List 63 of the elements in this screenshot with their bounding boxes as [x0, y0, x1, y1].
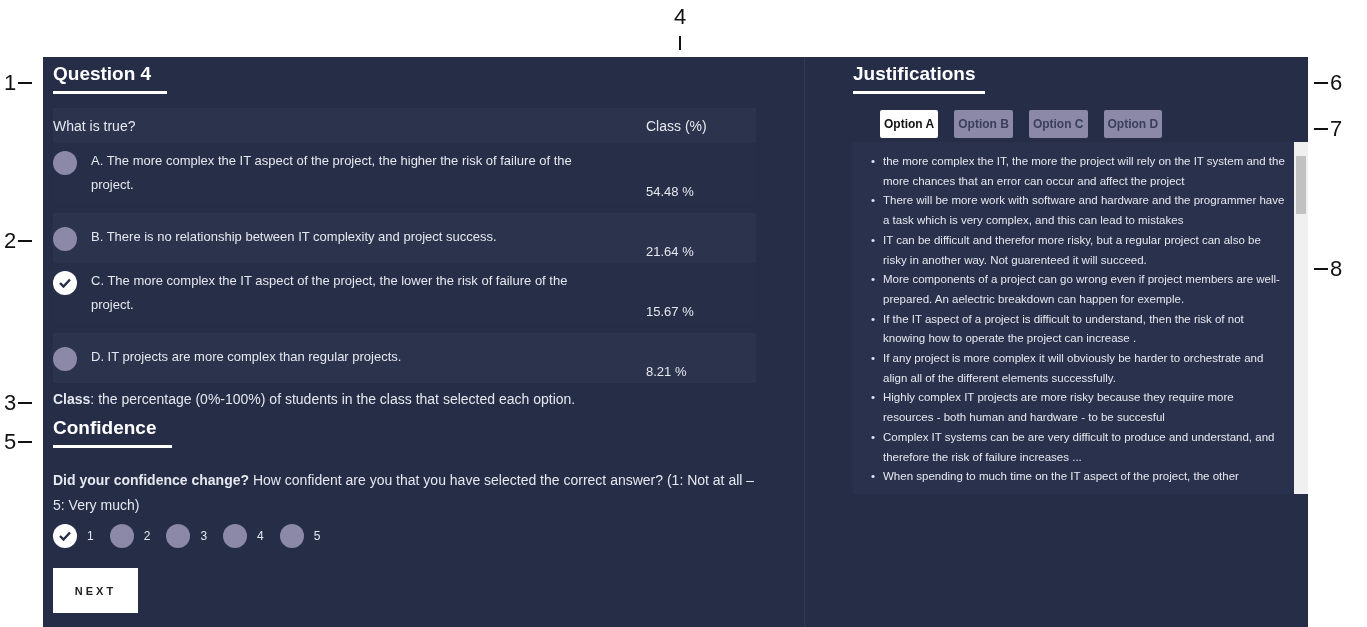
justification-item: Highly complex IT projects are more risky because they require more resources - both human and hardware - to be succesful	[883, 390, 1235, 426]
radio-button[interactable]	[53, 227, 77, 251]
next-button[interactable]: NEXT	[53, 568, 138, 613]
bullet: •	[870, 193, 876, 209]
class-percentage: 8.21 %	[646, 364, 688, 381]
bullet: •	[870, 390, 876, 406]
confidence-question: Did your confidence change? How confident are you that you have selected the correct answer? (1: Not at all – 5: Very much)	[53, 471, 756, 515]
callout-label: 6	[1314, 70, 1343, 96]
scale-label: 2	[143, 529, 151, 543]
confidence-title: Confidence	[53, 417, 173, 448]
justification-item: If any project is more complex it will obviously be harder to orchestrate and align all of the different elements successfully.	[883, 351, 1265, 386]
class-percentage: 54.48 %	[646, 184, 695, 201]
option-text: A. The more complex the IT aspect of the project, the higher the risk of failure of the project.	[91, 152, 573, 194]
callout-label: 4	[674, 4, 687, 50]
class-legend: Class: the percentage (0%-100%) of students in the class that selected each option.	[53, 391, 756, 407]
justification-item: the more complex the IT, the more the project will rely on the IT system and the more chances that an error can occur and affect the project	[883, 154, 1286, 189]
radio-button[interactable]	[53, 347, 77, 371]
scale-label: 3	[200, 529, 208, 543]
class-percentage: 15.67 %	[646, 304, 695, 321]
scale-label: 5	[313, 529, 321, 543]
bullet: •	[870, 154, 876, 169]
radio-button[interactable]	[53, 271, 77, 295]
bullet: •	[870, 429, 876, 445]
option-text: D. IT projects are more complex than regular projects.	[91, 348, 403, 366]
bullet: •	[870, 272, 876, 288]
option-tab[interactable]: Option D	[1103, 110, 1163, 138]
option-tab[interactable]: Option C	[1028, 110, 1088, 138]
justification-item: More components of a project can go wrong even if project members are well-prepared. An aelectric breakdown can happen for exemple.	[883, 272, 1281, 307]
scale-label: 1	[87, 529, 94, 543]
scrollbar[interactable]	[1294, 142, 1308, 494]
column-header: Class (%)	[646, 117, 708, 134]
bullet: •	[870, 469, 876, 485]
question-prompt: What is true?	[53, 117, 137, 134]
callout-label: 5	[4, 429, 33, 455]
justification-item: When spending to much time on the IT aspect of the project, the other	[883, 469, 1240, 485]
question-title: Question 4	[53, 63, 168, 94]
justification-item: There will be more work with software and hardware and the programmer have a task which is very complex, and this can lead to mistakes	[883, 193, 1286, 229]
radio-button[interactable]	[53, 151, 77, 175]
callout-label: 3	[4, 390, 33, 416]
option-text: C. The more complex the IT aspect of the project, the lower the risk of failure of the project.	[91, 272, 569, 314]
callout-label: 8	[1314, 256, 1343, 282]
bullet: •	[870, 351, 876, 367]
option-tab[interactable]: Option A	[880, 110, 939, 138]
justification-item: Complex IT systems can be are very difficult to produce and understand, and therefore the risk of failure increases ...	[883, 429, 1276, 465]
checkmark-icon	[59, 531, 71, 541]
justifications-title: Justifications	[853, 63, 986, 94]
radio-button[interactable]	[166, 524, 191, 548]
justification-item: If the IT aspect of a project is difficult to understand, then the risk of not knowing how to operate the project can increase .	[883, 311, 1245, 347]
justification-item: IT can be difficult and therefor more risky, but a regular project can also be risky in another way. Not guarenteed it will succeed.	[883, 232, 1262, 268]
radio-button[interactable]	[109, 524, 134, 548]
callout-label: 1	[4, 70, 33, 96]
option-tab[interactable]: Option B	[954, 110, 1013, 138]
bullet: •	[870, 232, 876, 248]
radio-button[interactable]	[53, 524, 77, 548]
radio-button[interactable]	[223, 524, 248, 548]
option-text: B. There is no relationship between IT complexity and project success.	[91, 228, 498, 246]
callout-label: 7	[1314, 116, 1343, 142]
class-percentage: 21.64 %	[646, 244, 695, 261]
bullet: •	[870, 311, 876, 327]
scale-label: 4	[257, 529, 264, 543]
checkmark-icon	[59, 278, 71, 288]
callout-label: 2	[4, 228, 33, 254]
radio-button[interactable]	[279, 524, 304, 548]
